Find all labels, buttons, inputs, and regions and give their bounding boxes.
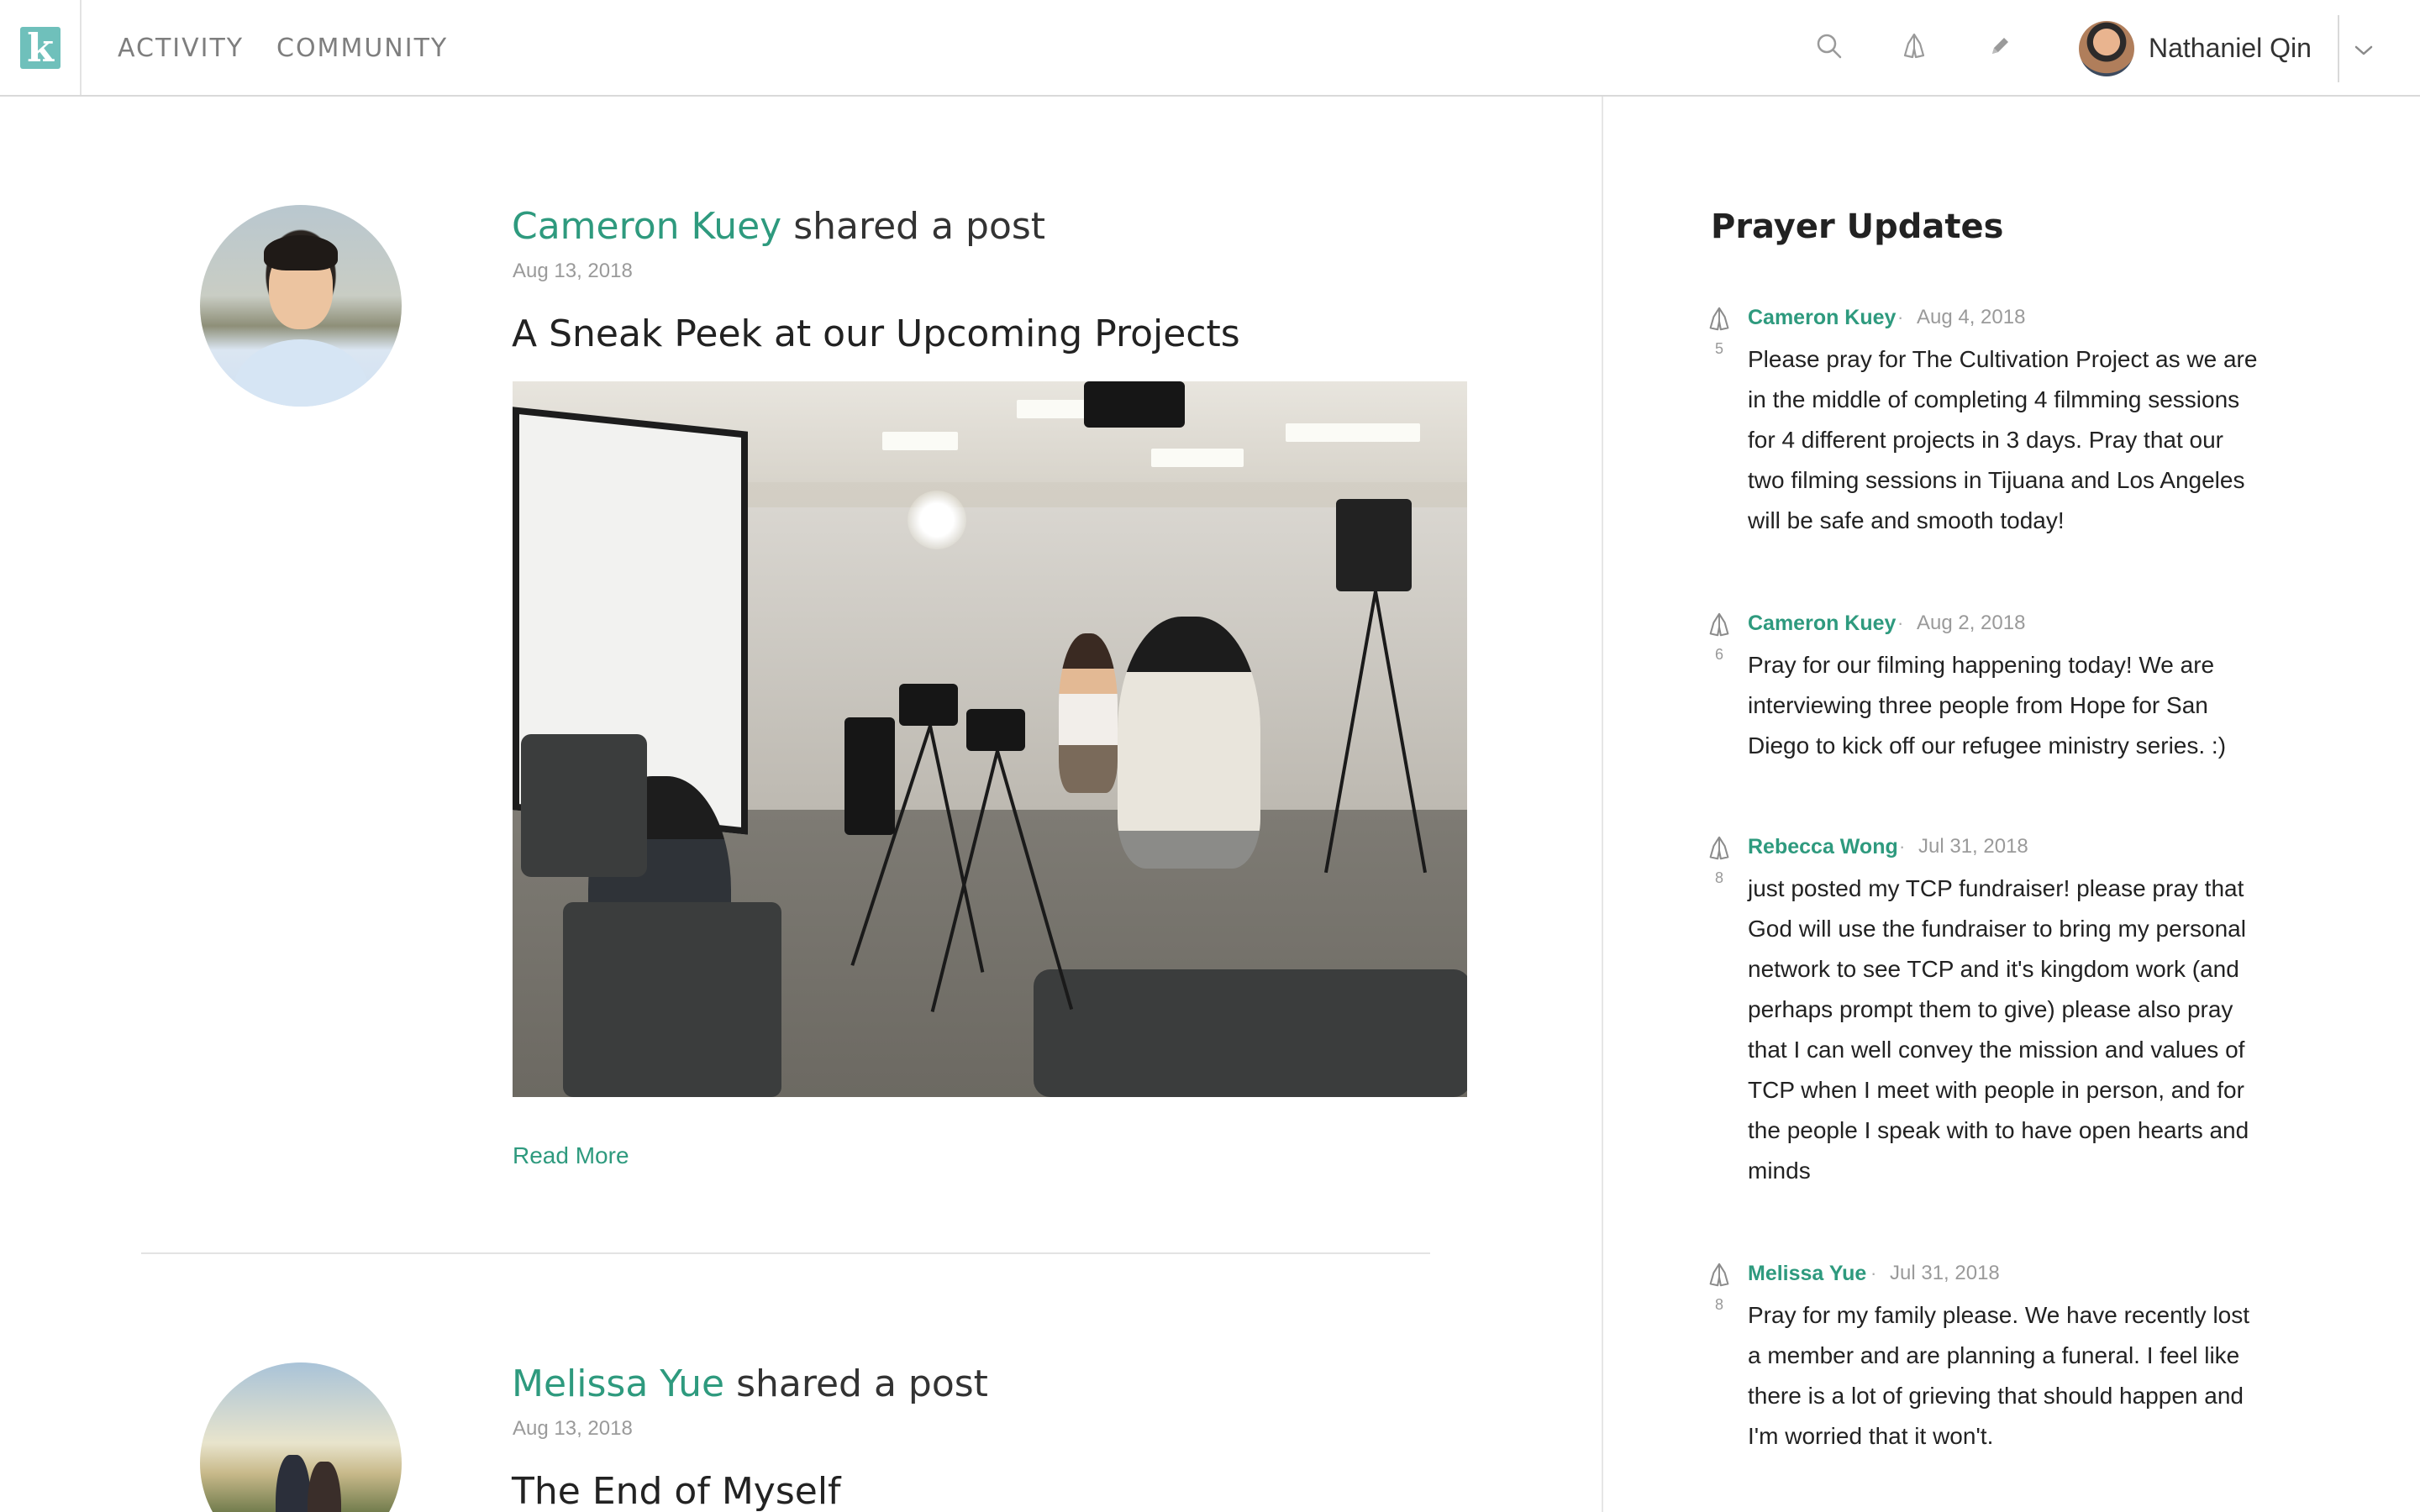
logo-container[interactable]: k	[0, 0, 82, 95]
prayer-text: just posted my TCP fundraiser! please pr…	[1748, 875, 2249, 1184]
post-author-avatar[interactable]	[200, 205, 402, 407]
avatar-hair	[264, 235, 338, 270]
image-speaker	[1084, 381, 1185, 428]
prayer-author-link[interactable]: Melissa Yue	[1748, 1260, 1866, 1287]
avatar-person	[276, 1455, 311, 1512]
separator-dot: ·	[1897, 612, 1904, 633]
avatar-shirt	[234, 339, 368, 407]
prayer-author-link[interactable]: Rebecca Wong	[1748, 833, 1898, 860]
avatar-person	[308, 1462, 341, 1512]
logo-letter: k	[27, 25, 54, 71]
post-header: Cameron Kuey shared a post	[512, 203, 1045, 250]
prayer-date: Aug 2, 2018	[1917, 612, 2026, 634]
post-action: shared a post	[724, 1362, 988, 1405]
image-chair-row	[1034, 969, 1467, 1097]
prayer-author-link[interactable]: Cameron Kuey	[1748, 304, 1896, 331]
post-date: Aug 13, 2018	[513, 260, 633, 282]
image-interviewer	[1118, 617, 1260, 869]
prayer-hands-icon[interactable]	[1706, 835, 1733, 862]
prayer-count: 6	[1714, 646, 1723, 663]
post-separator	[141, 1252, 1430, 1254]
prayer-hands-icon[interactable]	[1896, 28, 1933, 65]
user-menu-divider	[2338, 15, 2339, 82]
app-logo[interactable]: k	[20, 27, 60, 69]
user-avatar[interactable]	[2079, 21, 2134, 76]
image-ceiling-light	[1286, 423, 1420, 442]
image-ceiling-light	[882, 432, 958, 450]
post-date: Aug 13, 2018	[513, 1417, 633, 1440]
prayer-hands-icon[interactable]	[1706, 306, 1733, 333]
prayer-count: 8	[1714, 869, 1723, 886]
post-author-link[interactable]: Melissa Yue	[512, 1362, 724, 1405]
separator-dot: ·	[1870, 1263, 1877, 1284]
top-navbar: k ACTIVITY COMMUNITY Nathaniel Qin	[0, 0, 2420, 97]
image-chair	[521, 734, 647, 877]
image-chair	[563, 902, 781, 1097]
post-action: shared a post	[781, 205, 1046, 248]
image-camera	[899, 684, 958, 726]
image-light-box	[1336, 499, 1412, 591]
sidebar-divider	[1602, 97, 1603, 1512]
image-ceiling-light	[1151, 449, 1244, 467]
pencil-icon[interactable]	[1981, 28, 2018, 65]
prayer-date: Aug 4, 2018	[1917, 306, 2026, 328]
prayer-text: Please pray for The Cultivation Project …	[1748, 346, 2258, 533]
prayer-date: Jul 31, 2018	[1890, 1262, 2000, 1284]
prayer-author-link[interactable]: Cameron Kuey	[1748, 610, 1896, 637]
prayer-updates-title: Prayer Updates	[1711, 207, 2004, 246]
read-more-link[interactable]: Read More	[513, 1141, 629, 1171]
nav-activity[interactable]: ACTIVITY	[118, 32, 244, 66]
post-image[interactable]	[513, 381, 1467, 1097]
user-name[interactable]: Nathaniel Qin	[2149, 30, 2312, 66]
prayer-text: Pray for my family please. We have recen…	[1748, 1302, 2250, 1449]
post-header: Melissa Yue shared a post	[512, 1361, 988, 1408]
chevron-down-icon[interactable]	[2347, 34, 2381, 67]
prayer-hands-icon[interactable]	[1706, 1262, 1733, 1289]
prayer-date: Jul 31, 2018	[1918, 835, 2028, 858]
image-camera	[966, 709, 1025, 751]
post-title[interactable]: A Sneak Peek at our Upcoming Projects	[512, 311, 1240, 358]
nav-community[interactable]: COMMUNITY	[276, 32, 448, 66]
separator-dot: ·	[1899, 836, 1906, 857]
prayer-hands-icon[interactable]	[1706, 612, 1733, 638]
prayer-count: 5	[1714, 340, 1723, 357]
search-icon[interactable]	[1811, 28, 1848, 65]
post-author-link[interactable]: Cameron Kuey	[512, 205, 781, 248]
image-floor-speaker	[844, 717, 895, 835]
post-title[interactable]: The End of Myself	[512, 1468, 841, 1512]
image-interviewee	[1059, 633, 1118, 793]
image-studio-light	[908, 491, 966, 549]
prayer-count: 8	[1714, 1296, 1723, 1313]
prayer-text: Pray for our filming happening today! We…	[1748, 652, 2227, 759]
separator-dot: ·	[1897, 307, 1904, 328]
